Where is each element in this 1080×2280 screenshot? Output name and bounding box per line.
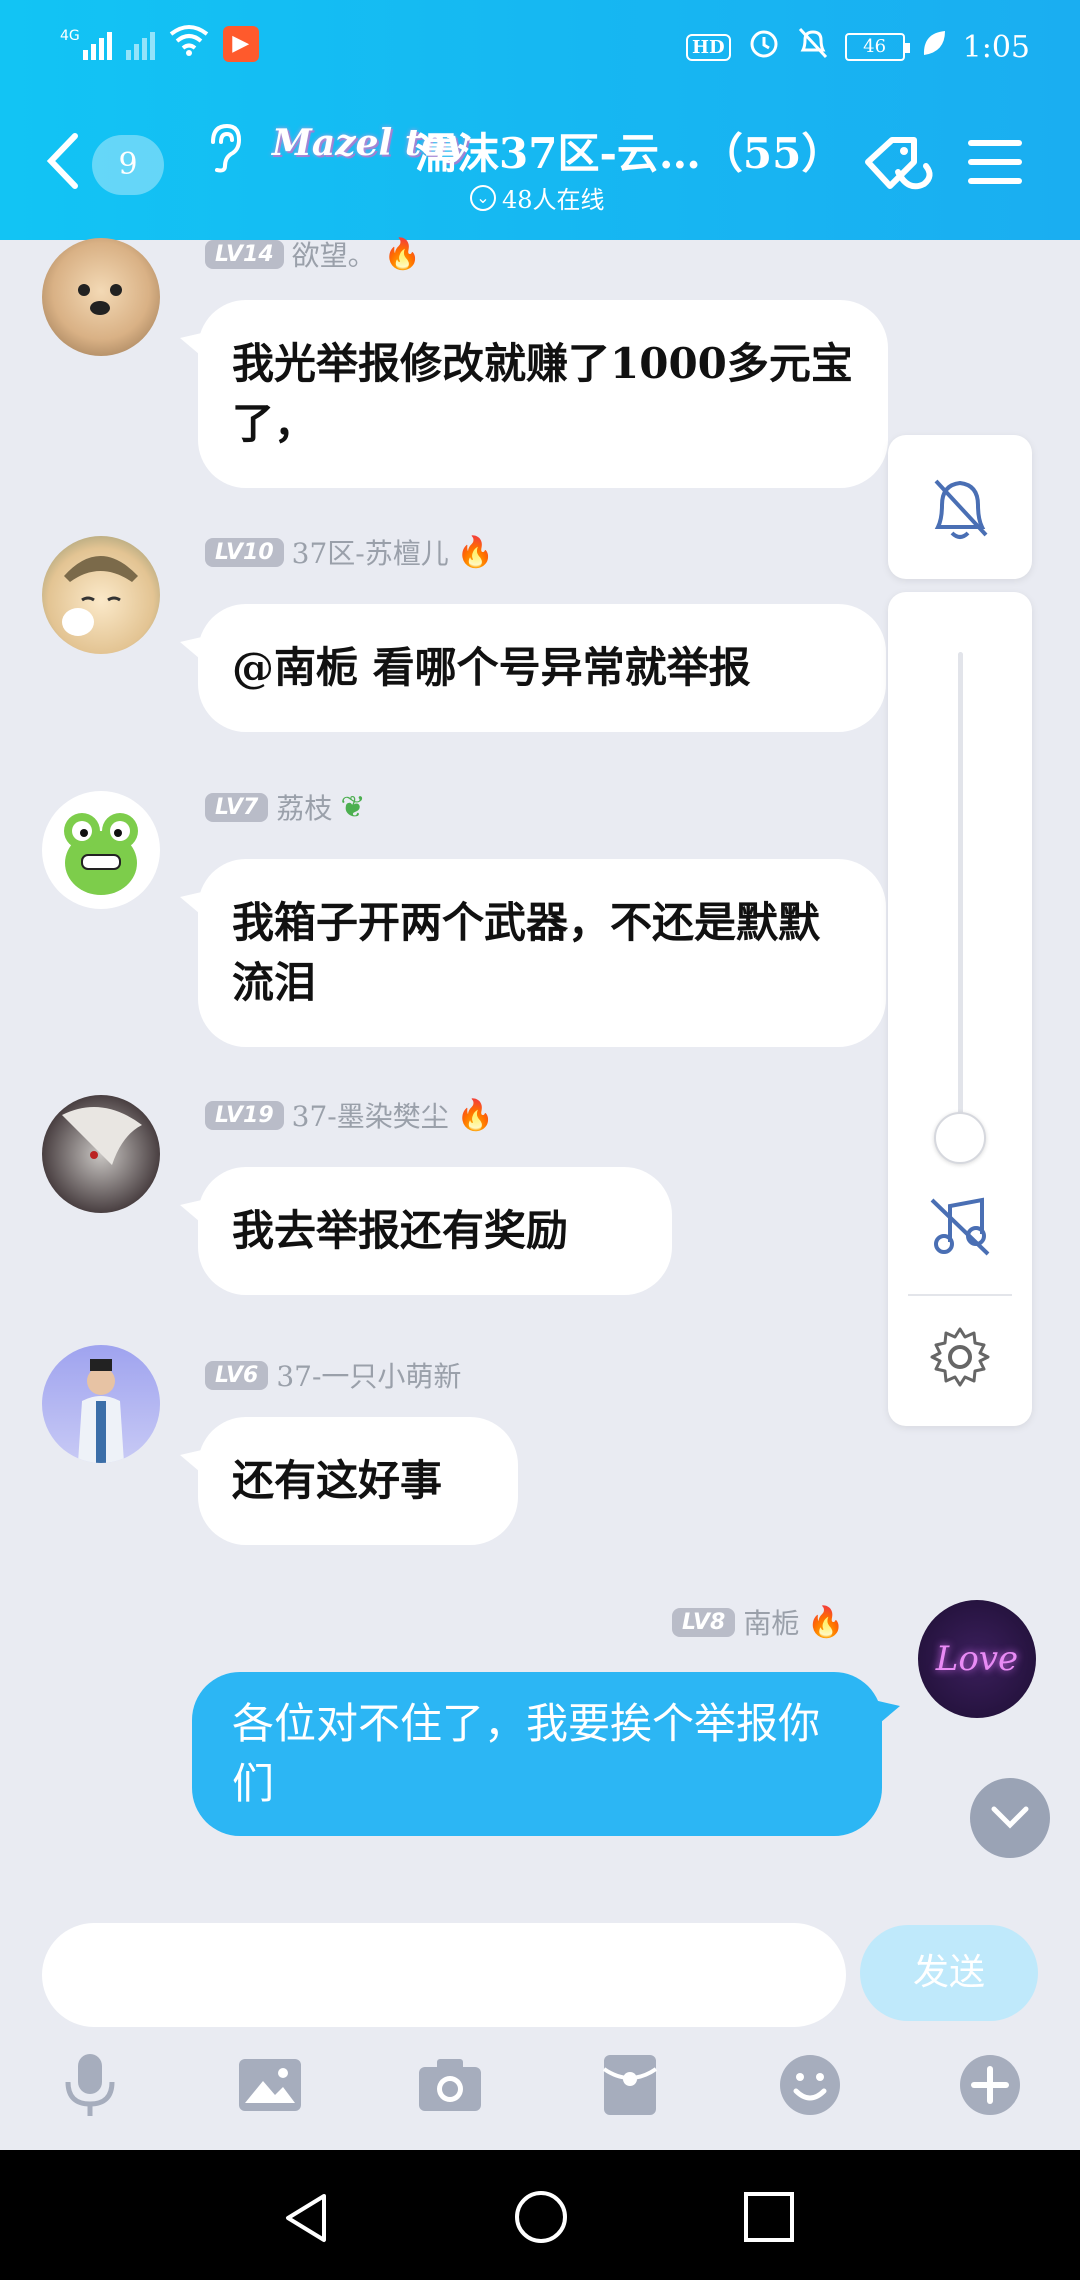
image-button[interactable]	[235, 2045, 305, 2125]
sprout-icon: ❦	[340, 789, 366, 825]
settings-gear-icon[interactable]	[928, 1325, 992, 1393]
sender-name: 37-一只小萌新	[276, 1360, 462, 1393]
input-toolbar	[0, 2045, 1080, 2150]
emoji-button[interactable]	[775, 2045, 845, 2125]
bell-off-icon	[934, 479, 988, 539]
status-bar: 4G ▶ HD 46 1:05	[0, 0, 1080, 95]
avatar[interactable]	[42, 536, 160, 654]
microphone-icon	[65, 2054, 115, 2116]
message-text: 还有这好事	[232, 1456, 443, 1505]
chevron-down-icon	[991, 1806, 1029, 1829]
unread-count-badge[interactable]: 9	[92, 135, 164, 195]
level-badge: LV6	[205, 1360, 269, 1390]
tag-link-icon[interactable]	[858, 132, 938, 208]
message-input[interactable]	[42, 1923, 846, 2027]
message-bubble[interactable]: 我光举报修改就赚了1000多元宝了，	[180, 300, 888, 488]
send-button[interactable]: 发送	[860, 1925, 1038, 2021]
red-packet-button[interactable]	[595, 2045, 665, 2125]
signal-icon: 4G	[60, 28, 112, 60]
music-off-icon[interactable]	[926, 1192, 994, 1264]
back-button[interactable]	[45, 132, 81, 200]
fire-icon: 🔥	[456, 1097, 495, 1133]
nav-bar: 9 Mazel toy 濡沫37区-云…（55） ⌄ 48人在线	[0, 110, 1080, 230]
sender-name: 南栀	[743, 1607, 800, 1640]
chevron-left-icon	[46, 133, 78, 189]
volume-slider-track[interactable]	[958, 652, 963, 1122]
input-bar: 发送	[0, 1895, 1080, 2045]
message-text: @南栀 看哪个号异常就举报	[232, 643, 751, 692]
fire-icon: 🔥	[456, 534, 495, 570]
clock-time: 1:05	[962, 29, 1030, 65]
online-count-label: 48人在线	[502, 186, 605, 214]
self-avatar[interactable]: Love	[918, 1600, 1036, 1718]
hd-badge: HD	[686, 33, 731, 61]
alarm-icon	[747, 26, 781, 68]
sender-name: 37-墨染樊尘	[291, 1100, 449, 1133]
smiley-icon	[780, 2055, 840, 2115]
avatar[interactable]	[42, 791, 160, 909]
avatar[interactable]	[42, 1095, 160, 1213]
signal-2-icon	[125, 28, 155, 60]
sender-name: 欲望。	[291, 239, 376, 272]
kuaishou-app-icon: ▶	[222, 25, 259, 62]
header-bar: 4G ▶ HD 46 1:05 9 Mazel toy 濡沫37区-云…（55）…	[0, 0, 1080, 240]
scroll-to-bottom-button[interactable]	[970, 1778, 1050, 1858]
sender-name: 37区-苏檀儿	[291, 537, 449, 570]
camera-button[interactable]	[415, 2045, 485, 2125]
network-type: 4G	[60, 27, 80, 44]
sender-name: 荔枝	[276, 792, 333, 825]
mute-toggle-panel[interactable]	[888, 435, 1032, 579]
square-recents-icon	[744, 2192, 794, 2242]
battery-icon: 46	[844, 33, 910, 61]
circle-home-icon	[515, 2191, 567, 2243]
menu-button[interactable]	[968, 140, 1022, 197]
ear-icon[interactable]	[205, 122, 245, 186]
volume-panel	[888, 592, 1032, 1426]
message-bubble[interactable]: 还有这好事	[180, 1417, 518, 1545]
back-nav-button[interactable]	[280, 2190, 336, 2250]
level-badge: LV19	[205, 1100, 284, 1130]
camera-icon	[419, 2059, 481, 2111]
online-count[interactable]: ⌄ 48人在线	[470, 180, 605, 215]
chevron-down-circle-icon: ⌄	[470, 184, 496, 211]
plus-circle-icon	[960, 2055, 1020, 2115]
red-packet-icon	[602, 2055, 658, 2115]
recents-nav-button[interactable]	[742, 2190, 796, 2248]
message-bubble[interactable]: 我去举报还有奖励	[180, 1167, 672, 1295]
avatar[interactable]	[42, 1345, 160, 1463]
panel-divider	[908, 1294, 1012, 1296]
love-text: Love	[935, 1639, 1019, 1679]
triangle-back-icon	[286, 2194, 326, 2242]
mute-bell-icon	[797, 26, 829, 68]
voice-button[interactable]	[55, 2045, 125, 2125]
volume-slider-knob[interactable]	[934, 1112, 986, 1164]
system-nav-bar	[0, 2150, 1080, 2280]
level-badge: LV14	[205, 239, 284, 269]
message-bubble[interactable]: 我箱子开两个武器，不还是默默流泪	[180, 859, 886, 1047]
message-bubble[interactable]: 各位对不住了，我要挨个举报你们	[192, 1672, 900, 1836]
fire-icon: 🔥	[383, 236, 422, 272]
level-badge: LV7	[205, 792, 269, 822]
message-text: 各位对不住了，我要挨个举报你们	[232, 1699, 821, 1808]
message-text: 我去举报还有奖励	[232, 1206, 569, 1255]
more-plus-button[interactable]	[955, 2045, 1025, 2125]
home-nav-button[interactable]	[512, 2188, 570, 2250]
wifi-icon	[169, 24, 209, 63]
image-icon	[239, 2059, 301, 2111]
page-title[interactable]: 濡沫37区-云…（55）	[415, 120, 843, 181]
message-text: 我箱子开两个武器，不还是默默流泪	[232, 898, 821, 1007]
avatar[interactable]	[42, 238, 160, 356]
message-bubble[interactable]: @南栀 看哪个号异常就举报	[180, 604, 886, 732]
message-text: 我光举报修改就赚了1000多元宝了，	[232, 339, 853, 448]
fire-icon: 🔥	[807, 1604, 845, 1640]
level-badge: LV10	[205, 537, 284, 567]
level-badge: LV8	[672, 1607, 736, 1637]
leaf-icon	[921, 28, 947, 66]
